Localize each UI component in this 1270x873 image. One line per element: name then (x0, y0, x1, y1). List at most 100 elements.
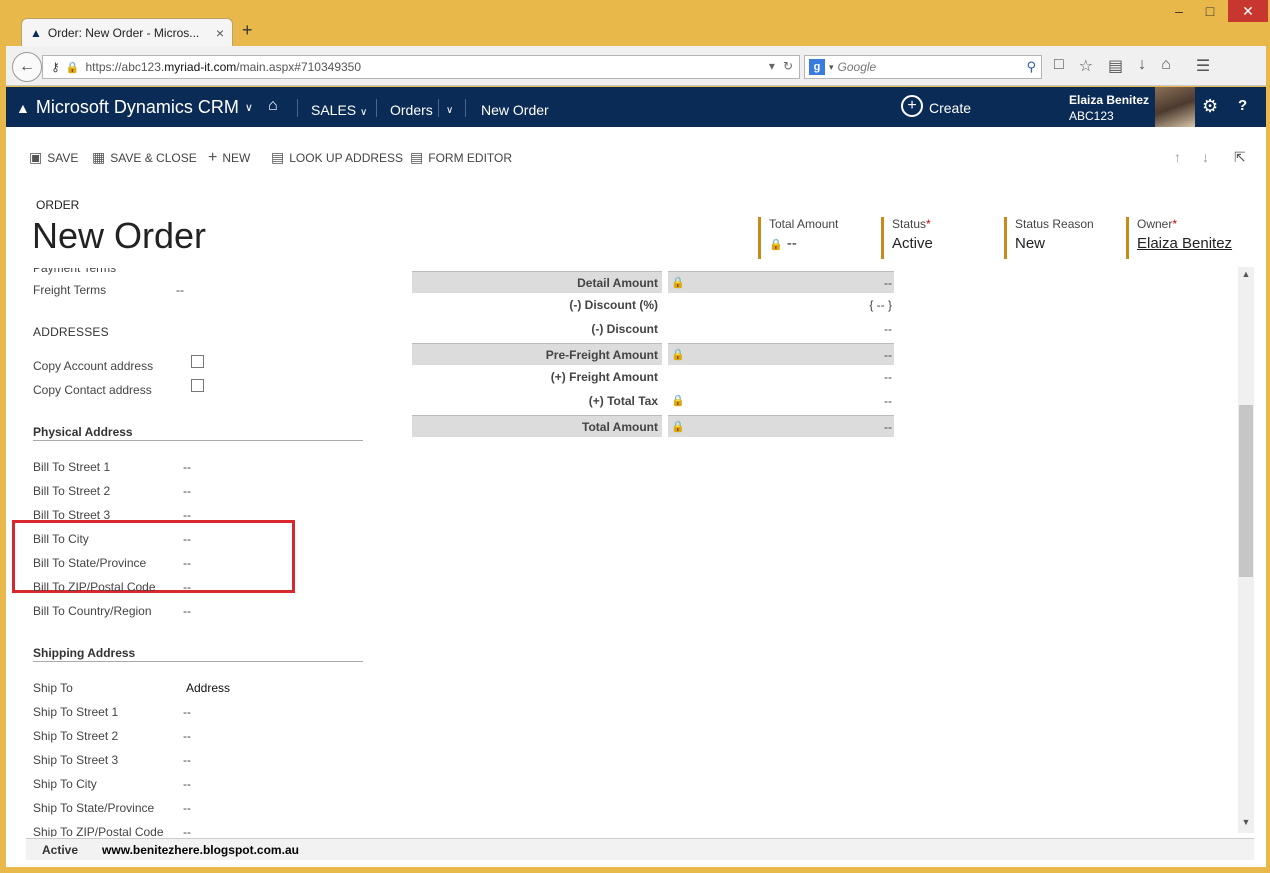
nav-orders[interactable]: Orders (390, 102, 433, 118)
form-scrollbar[interactable]: ▲ ▼ (1238, 267, 1254, 833)
gear-icon[interactable]: ⚙ (1202, 96, 1218, 117)
popout-icon[interactable]: ⇱ (1234, 149, 1246, 166)
lock-icon: 🔒 (65, 61, 80, 74)
tab-close-icon[interactable]: × (216, 25, 224, 41)
scroll-down-icon[interactable]: ▼ (1238, 817, 1254, 831)
bill-street-2-row[interactable]: Bill To Street 2 -- (33, 484, 191, 498)
dynamics-logo-icon: ▲ (16, 99, 30, 116)
crm-app: ▲ Microsoft Dynamics CRM ∨ ⌂ SALES ∨ Ord… (6, 87, 1266, 867)
discount-percent-row[interactable]: (-) Discount (%) { -- } (412, 294, 894, 316)
ship-city-row[interactable]: Ship To City -- (33, 777, 191, 791)
up-arrow-icon[interactable]: ↑ (1174, 149, 1181, 165)
bill-country-row[interactable]: Bill To Country/Region -- (33, 604, 191, 618)
scroll-thumb[interactable] (1239, 405, 1253, 577)
freight-amount-row[interactable]: (+) Freight Amount -- (412, 366, 894, 388)
user-info[interactable]: Elaiza Benitez ABC123 (1069, 92, 1149, 124)
search-engine-dropdown-icon[interactable]: ▾ (829, 62, 834, 73)
section-divider (33, 661, 363, 662)
tab-title: Order: New Order - Micros... (47, 25, 200, 40)
search-bar[interactable]: g ▾ Google ⚲ (804, 55, 1042, 79)
back-arrow-icon[interactable]: ← (12, 52, 42, 82)
ship-street-2-row[interactable]: Ship To Street 2 -- (33, 729, 191, 743)
user-org: ABC123 (1069, 109, 1114, 123)
bookmark-star-icon[interactable]: ☆ (1079, 56, 1093, 76)
new-tab-icon[interactable]: + (242, 20, 253, 41)
new-button[interactable]: + NEW (208, 149, 250, 167)
save-button[interactable]: ▣ SAVE (29, 149, 78, 166)
orders-chevron-icon[interactable]: ∨ (446, 105, 453, 116)
maximize-icon[interactable]: □ (1196, 0, 1224, 22)
down-arrow-icon[interactable]: ↓ (1202, 149, 1209, 165)
lock-icon: 🔒 (671, 349, 685, 361)
save-icon: ▣ (29, 149, 43, 165)
total-tax-row: (+) Total Tax 🔒 -- (412, 390, 894, 412)
form-editor-icon: ▤ (410, 149, 424, 165)
ship-zip-row[interactable]: Ship To ZIP/Postal Code -- (33, 825, 191, 837)
lock-icon: 🔒 (769, 239, 783, 251)
section-divider (33, 440, 363, 441)
record-status: Active (42, 842, 79, 857)
bookmarks-list-icon[interactable]: ▤ (1108, 56, 1123, 76)
nav-separator (465, 99, 466, 117)
plus-circle-icon: + (901, 95, 923, 117)
url-bar[interactable]: ⚷ 🔒 https://abc123.myriad-it.com/main.as… (42, 55, 800, 79)
lock-icon: 🔒 (671, 395, 685, 407)
reload-icon[interactable]: ↻ (783, 59, 793, 73)
bill-street-3-row[interactable]: Bill To Street 3 -- (33, 508, 191, 522)
create-label: Create (929, 100, 972, 116)
plus-icon: + (208, 149, 218, 166)
entity-label: ORDER (36, 198, 80, 212)
pre-freight-amount-row: Pre-Freight Amount 🔒 -- (412, 343, 894, 365)
form-body: Payment Terms Freight Terms -- ADDRESSES… (6, 265, 1238, 837)
discount-row[interactable]: (-) Discount -- (412, 318, 894, 340)
header-total-amount: Total Amount 🔒 -- (758, 217, 878, 259)
bill-zip-row[interactable]: Bill To ZIP/Postal Code -- (33, 580, 191, 594)
nav-new-order[interactable]: New Order (481, 102, 549, 118)
payment-terms-row[interactable]: Payment Terms (33, 265, 183, 275)
ship-street-3-row[interactable]: Ship To Street 3 -- (33, 753, 191, 767)
crm-nav-bar: ▲ Microsoft Dynamics CRM ∨ ⌂ SALES ∨ Ord… (6, 87, 1266, 127)
reader-icon[interactable]: □ (1054, 56, 1064, 76)
detail-amount-row: Detail Amount 🔒 -- (412, 271, 894, 293)
ship-street-1-row[interactable]: Ship To Street 1 -- (33, 705, 191, 719)
copy-contact-row: Copy Contact address (33, 383, 152, 397)
look-up-address-button[interactable]: ▤ LOOK UP ADDRESS (271, 149, 403, 166)
crm-favicon-icon: ▲ (30, 25, 42, 40)
search-placeholder: Google (837, 60, 877, 74)
search-icon[interactable]: ⚲ (1026, 59, 1036, 75)
google-icon[interactable]: g (809, 59, 825, 75)
freight-terms-row[interactable]: Freight Terms -- (33, 283, 184, 297)
bill-city-row[interactable]: Bill To City -- (33, 532, 191, 546)
minimize-icon[interactable]: – (1165, 0, 1193, 22)
title-bar: ▲ Order: New Order - Micros... × + – □ ✕ (6, 0, 1268, 46)
home-icon[interactable]: ⌂ (268, 97, 278, 115)
status-bar: Active www.benitezhere.blogspot.com.au (26, 838, 1254, 860)
ship-to-row[interactable]: Ship To Address (33, 681, 230, 695)
menu-icon[interactable]: ☰ (1196, 56, 1210, 76)
download-icon[interactable]: ↓ (1138, 56, 1146, 76)
watermark-text: www.benitezhere.blogspot.com.au (102, 842, 299, 857)
header-owner: Owner* Elaiza Benitez (1126, 217, 1236, 259)
owner-link[interactable]: Elaiza Benitez (1137, 235, 1236, 252)
command-bar: ▣ SAVE ▦ SAVE & CLOSE + NEW ▤ LOOK UP AD… (6, 127, 1266, 185)
crm-logo[interactable]: ▲ Microsoft Dynamics CRM ∨ (16, 97, 253, 118)
ship-state-row[interactable]: Ship To State/Province -- (33, 801, 191, 815)
copy-account-checkbox[interactable] (191, 355, 204, 368)
close-window-icon[interactable]: ✕ (1228, 0, 1268, 22)
app-name: Microsoft Dynamics CRM (35, 97, 239, 117)
bill-state-row[interactable]: Bill To State/Province -- (33, 556, 191, 570)
copy-contact-checkbox[interactable] (191, 379, 204, 392)
avatar[interactable] (1155, 87, 1195, 127)
nav-sales[interactable]: SALES ∨ (311, 102, 367, 118)
browser-tab[interactable]: ▲ Order: New Order - Micros... × (21, 18, 233, 46)
help-icon[interactable]: ? (1238, 97, 1247, 114)
form-editor-button[interactable]: ▤ FORM EDITOR (410, 149, 512, 166)
scroll-up-icon[interactable]: ▲ (1238, 269, 1254, 283)
create-button[interactable]: + Create (901, 95, 971, 117)
home-icon[interactable]: ⌂ (1161, 56, 1171, 76)
chevron-down-icon: ∨ (244, 102, 253, 114)
dropdown-arrow-icon[interactable]: ▾ (769, 59, 775, 73)
user-name: Elaiza Benitez (1069, 93, 1150, 107)
bill-street-1-row[interactable]: Bill To Street 1 -- (33, 460, 191, 474)
save-close-button[interactable]: ▦ SAVE & CLOSE (92, 149, 197, 166)
